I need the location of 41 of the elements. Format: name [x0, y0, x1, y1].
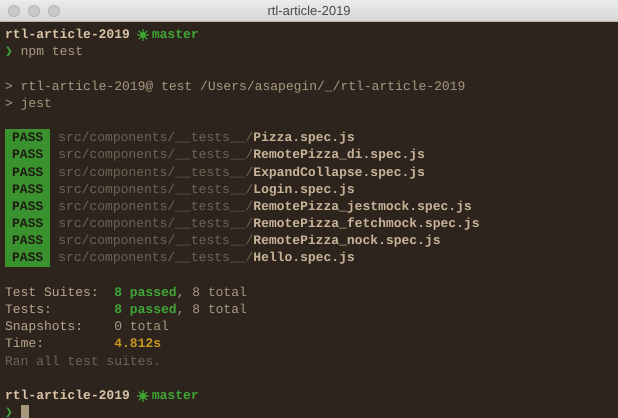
branch-name: master [152, 386, 199, 404]
prompt-chevron: ❯ [5, 404, 13, 418]
test-file-path: src/components/__tests__/Login.spec.js [58, 180, 355, 198]
pass-label: PASS [5, 232, 50, 250]
zoom-button[interactable] [48, 5, 60, 17]
window-title: rtl-article-2019 [267, 2, 351, 20]
pass-label: PASS [5, 129, 50, 146]
prompt-chevron: ❯ [5, 43, 13, 60]
summary-label: Time: [5, 335, 46, 353]
summary-value: 4.812s [114, 335, 162, 353]
command-text: npm test [20, 43, 84, 60]
directory-name: rtl-article-2019 [5, 26, 130, 44]
test-file-path: src/components/__tests__/RemotePizza_di.spec.js [58, 146, 425, 164]
pass-label: PASS [5, 146, 50, 164]
pass-label: PASS [5, 164, 50, 181]
summary-label: Snapshots: [5, 318, 84, 336]
test-file-path: src/components/__tests__/RemotePizza_fetchmock.spec.js [58, 215, 480, 232]
summary-value: 8 passed, 8 total [114, 301, 247, 318]
directory-name: rtl-article-2019 [5, 386, 130, 404]
test-file-path: src/components/__tests__/RemotePizza_nock.spec.js [58, 232, 440, 250]
sun-icon [136, 28, 149, 41]
pass-label: PASS [5, 249, 50, 267]
test-file-path: src/components/__tests__/Hello.spec.js [58, 249, 355, 267]
summary-label: Test Suites: [5, 284, 100, 302]
close-button[interactable] [8, 5, 20, 17]
text-cursor [20, 405, 29, 418]
minimize-button[interactable] [28, 5, 40, 17]
status-message: Ran all test suites. [5, 352, 162, 370]
sun-icon [136, 390, 149, 402]
branch-name: master [152, 26, 199, 44]
pass-label: PASS [5, 180, 50, 198]
pass-label: PASS [5, 215, 50, 232]
summary-label: Tests: [5, 301, 53, 318]
pass-label: PASS [5, 198, 50, 216]
summary-value: 8 passed, 8 total [114, 284, 247, 302]
output-line: > jest [5, 94, 52, 112]
output-line: > rtl-article-2019@ test /Users/asapegin/_/rtl-article-2019 [5, 78, 466, 95]
test-file-path: src/components/__tests__/Pizza.spec.js [58, 129, 355, 146]
test-file-path: src/components/__tests__/RemotePizza_jestmock.spec.js [58, 198, 472, 216]
summary-value: 0 total [114, 318, 169, 336]
test-file-path: src/components/__tests__/ExpandCollapse.spec.js [58, 164, 425, 181]
